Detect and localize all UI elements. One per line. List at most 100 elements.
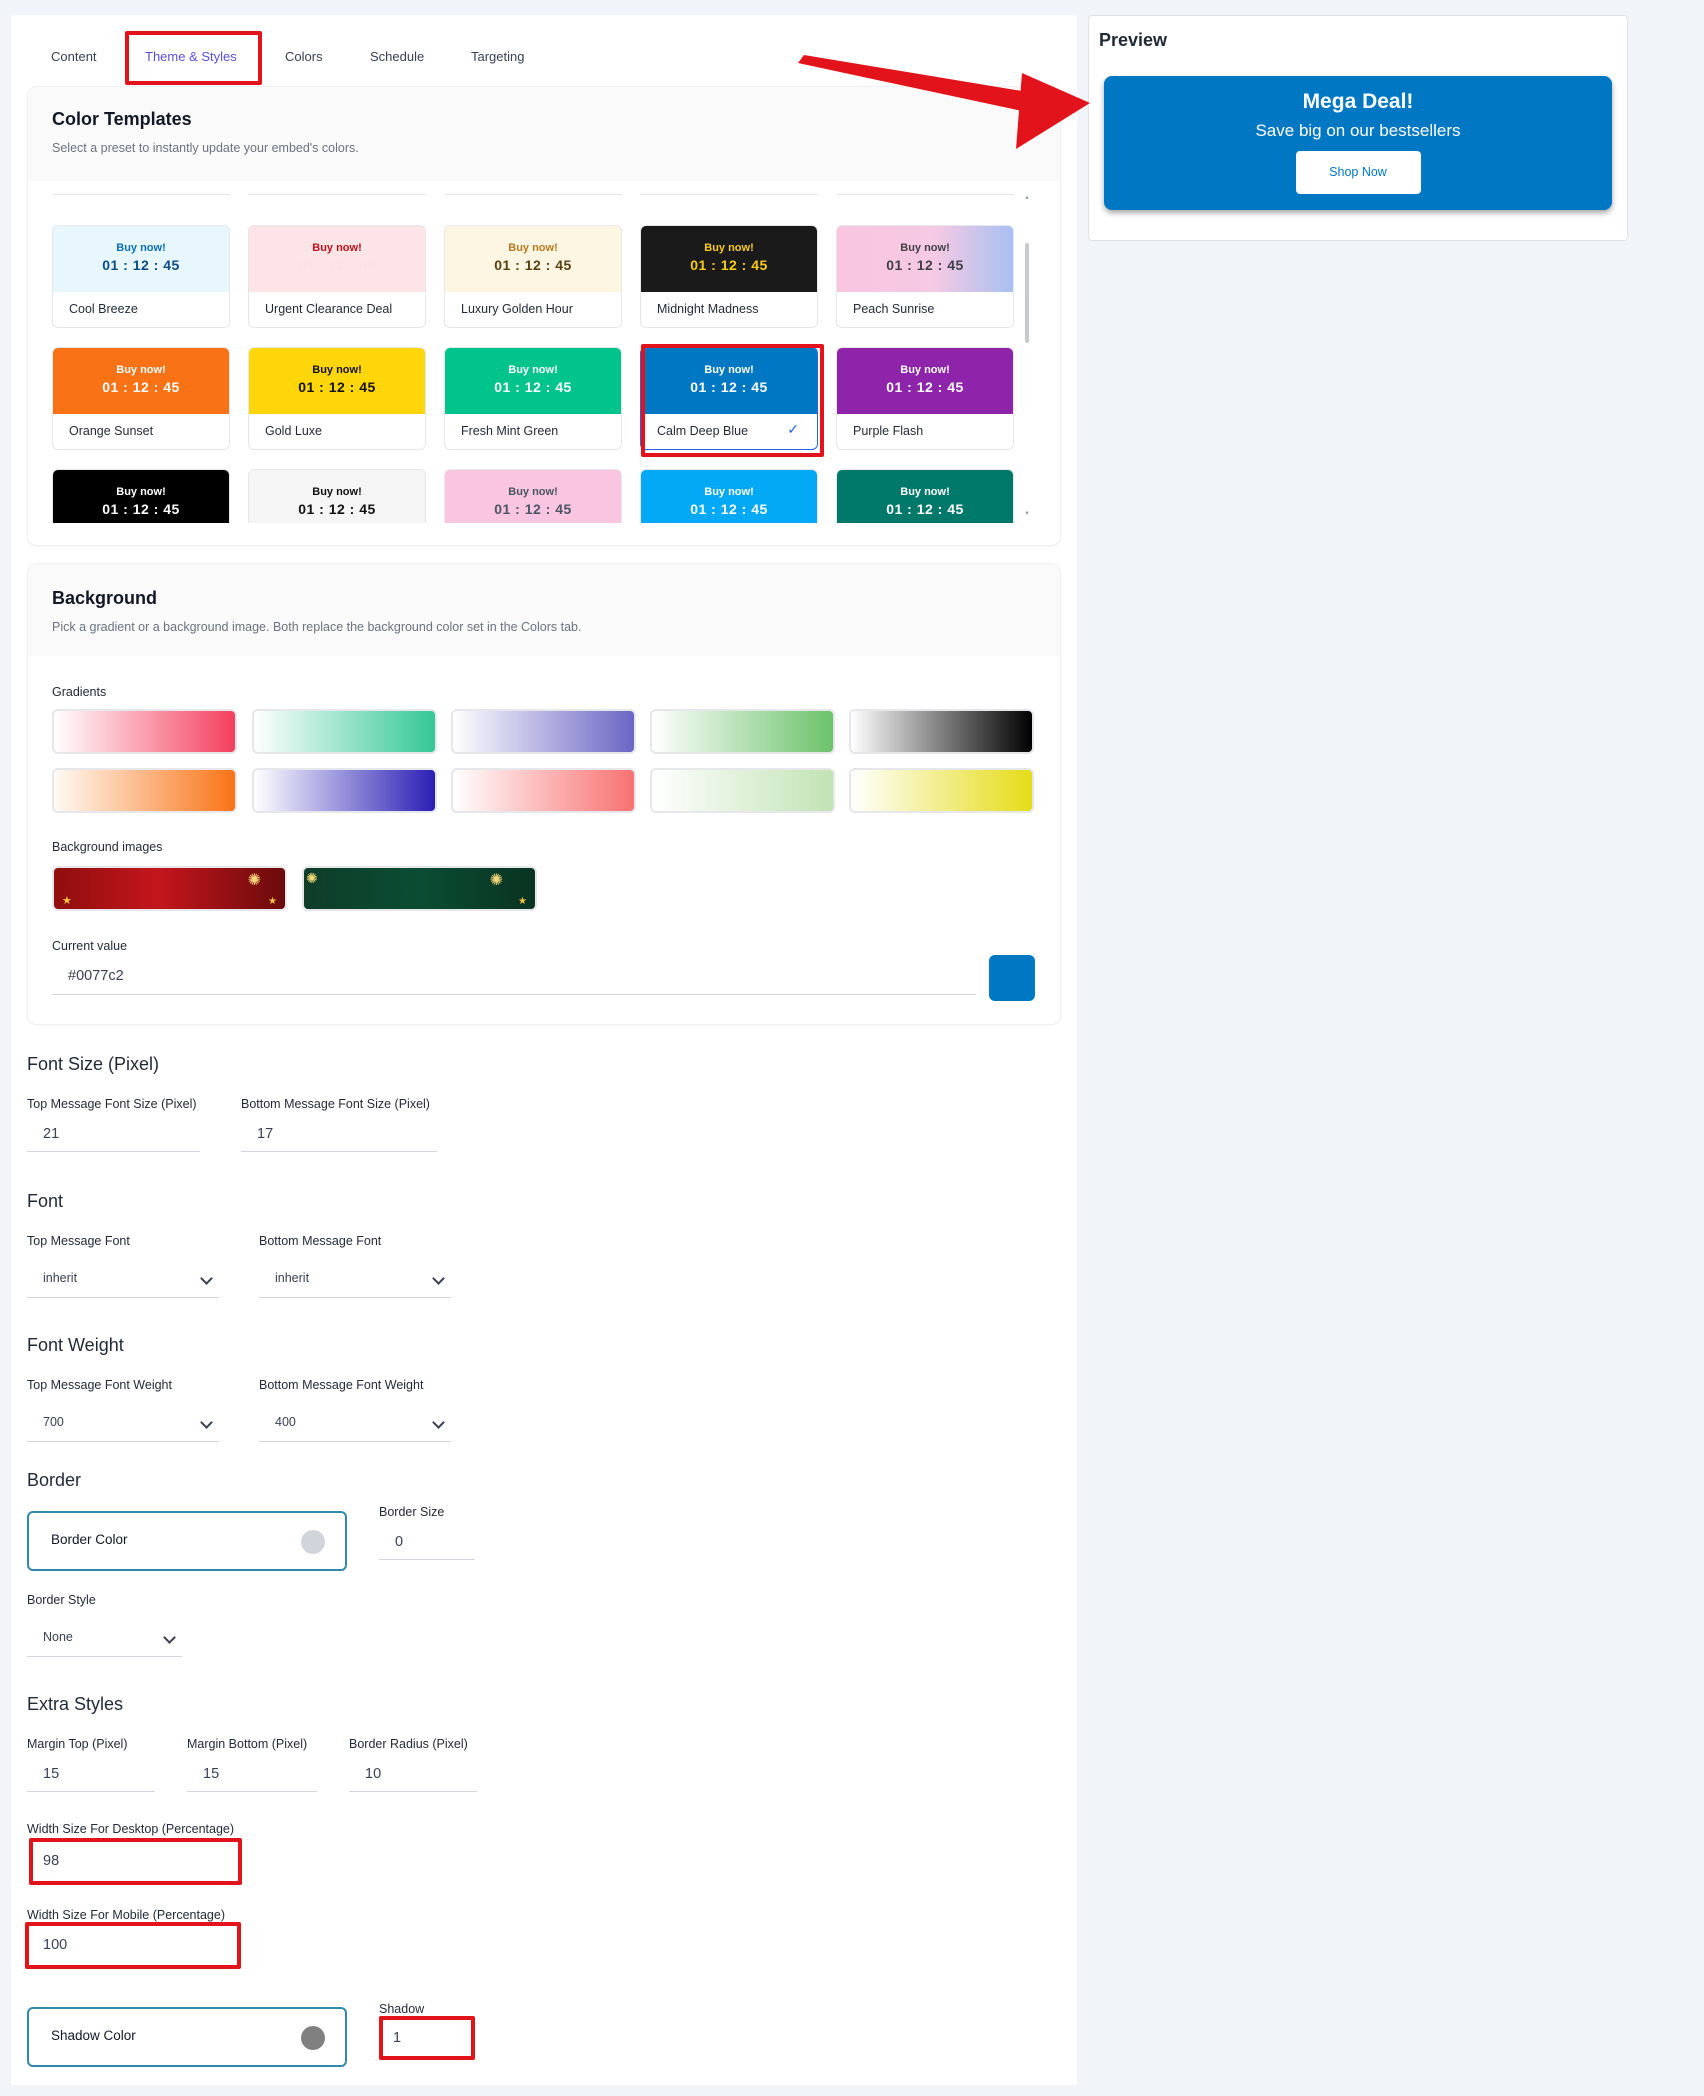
gradient-swatch[interactable]	[52, 768, 237, 813]
template-swatch: Buy now! 01 : 12 : 45	[837, 348, 1013, 414]
template-countdown: 01 : 12 : 45	[690, 257, 768, 273]
border-style-label: Border Style	[27, 1593, 96, 1607]
template-tile[interactable]: Buy now! 01 : 12 : 45 Calm Deep Blue ✓	[640, 347, 818, 450]
gradient-swatch[interactable]	[252, 709, 437, 754]
mobile-width-label: Width Size For Mobile (Percentage)	[27, 1908, 225, 1922]
template-tile[interactable]: Buy now! 01 : 12 : 45 Gold Luxe	[248, 347, 426, 450]
scroll-down-icon[interactable]: ▼	[1024, 511, 1030, 517]
margin-bottom-input[interactable]: 15	[187, 1756, 317, 1792]
template-name: Cool Breeze	[69, 302, 138, 316]
bottom-font-size-label: Bottom Message Font Size (Pixel)	[241, 1097, 430, 1111]
template-buy-label: Buy now!	[116, 242, 166, 254]
bottom-weight-label: Bottom Message Font Weight	[259, 1378, 424, 1392]
desktop-width-label: Width Size For Desktop (Percentage)	[27, 1822, 235, 1836]
template-tile[interactable]: Buy now! 01 : 12 : 45 Luxury Golden Hour	[444, 225, 622, 328]
tab-theme-styles[interactable]: Theme & Styles	[145, 36, 237, 78]
template-countdown: 01 : 12 : 45	[494, 257, 572, 273]
template-countdown: 01 : 12 : 45	[102, 501, 180, 517]
template-buy-label: Buy now!	[312, 364, 362, 376]
margin-top-input[interactable]: 15	[27, 1756, 155, 1792]
template-tile[interactable]: Buy now! 01 : 12 : 45 Purple Flash	[836, 347, 1014, 450]
template-countdown: 01 : 12 : 45	[886, 501, 964, 517]
tab-colors[interactable]: Colors	[285, 36, 323, 78]
preview-title: Preview	[1099, 30, 1168, 50]
preview-banner: Mega Deal! Save big on our bestsellers S…	[1104, 76, 1612, 210]
shop-now-button[interactable]: Shop Now	[1295, 151, 1421, 194]
star-icon: ★	[268, 896, 277, 907]
chevron-down-icon	[200, 1272, 213, 1285]
current-value-input[interactable]: #0077c2	[52, 957, 976, 995]
preview-panel: Preview Mega Deal! Save big on our bests…	[1088, 15, 1628, 241]
template-countdown: 01 : 12 : 45	[494, 379, 572, 395]
template-countdown: 01 : 12 : 45	[886, 379, 964, 395]
border-style-select[interactable]: None	[27, 1617, 182, 1657]
border-radius-input[interactable]: 10	[349, 1756, 477, 1792]
annotation-arrow-head	[1016, 73, 1090, 149]
top-font-size-input[interactable]: 21	[27, 1116, 200, 1152]
template-swatch: Buy now! 01 : 12 : 45	[837, 470, 1013, 523]
border-size-label: Border Size	[379, 1505, 445, 1519]
template-countdown: 01 : 12 : 45	[494, 501, 572, 517]
template-tile[interactable]: Buy now! 01 : 12 : 45 Peach Sunrise	[836, 225, 1014, 328]
gradient-swatch[interactable]	[849, 709, 1034, 754]
annotation-arrow-shape	[798, 55, 1034, 111]
bottom-font-select[interactable]: inherit	[259, 1258, 451, 1298]
border-color-label: Border Color	[51, 1532, 128, 1547]
gradient-swatch[interactable]	[52, 709, 237, 754]
background-card: Background Pick a gradient or a backgrou…	[27, 563, 1061, 1025]
template-tile[interactable]: Buy now! 01 : 12 : 45	[52, 469, 230, 523]
gradient-swatch[interactable]	[849, 768, 1034, 813]
template-buy-label: Buy now!	[508, 486, 558, 498]
template-swatch: Buy now! 01 : 12 : 45	[837, 226, 1013, 292]
template-name: Gold Luxe	[265, 424, 322, 438]
scroll-up-icon[interactable]: ▲	[1024, 195, 1030, 201]
bottom-weight-select[interactable]: 400	[259, 1402, 451, 1442]
template-name: Calm Deep Blue	[657, 424, 749, 438]
scrollbar-thumb[interactable]	[1025, 243, 1029, 343]
template-name: Luxury Golden Hour	[461, 302, 573, 316]
shadow-input[interactable]: 1	[381, 2020, 471, 2056]
background-image-green[interactable]: ✺ ✺ ★	[302, 866, 537, 911]
template-tile[interactable]: Buy now! 01 : 12 : 45	[836, 469, 1014, 523]
template-tile[interactable]: Buy now! 01 : 12 : 45	[640, 469, 818, 523]
tab-schedule[interactable]: Schedule	[370, 36, 424, 78]
template-buy-label: Buy now!	[704, 242, 754, 254]
border-style-value: None	[43, 1630, 73, 1644]
top-font-value: inherit	[43, 1271, 78, 1285]
current-color-swatch[interactable]	[989, 955, 1035, 1001]
template-buy-label: Buy now!	[116, 364, 166, 376]
template-buy-label: Buy now!	[312, 486, 362, 498]
shadow-color-button[interactable]: Shadow Color	[27, 2007, 347, 2067]
top-weight-select[interactable]: 700	[27, 1402, 219, 1442]
template-swatch: Buy now! 01 : 12 : 45	[445, 348, 621, 414]
gradient-swatch[interactable]	[451, 709, 636, 754]
border-color-button[interactable]: Border Color	[27, 1511, 347, 1571]
check-icon: ✓	[787, 421, 799, 437]
template-tile[interactable]: Buy now! 01 : 12 : 45 Midnight Madness	[640, 225, 818, 328]
top-font-select[interactable]: inherit	[27, 1258, 219, 1298]
tab-targeting[interactable]: Targeting	[471, 36, 524, 78]
background-image-red[interactable]: ✺ ★ ★	[52, 866, 287, 911]
desktop-width-input[interactable]: 98	[27, 1841, 235, 1881]
border-size-input[interactable]: 0	[379, 1524, 475, 1560]
mobile-width-input[interactable]: 100	[27, 1925, 235, 1965]
template-tile[interactable]: Buy now! 01 : 12 : 45 Fresh Mint Green	[444, 347, 622, 450]
template-tile[interactable]: Buy now! 01 : 12 : 45 Urgent Clearance Dea…	[248, 225, 426, 328]
bottom-font-size-input[interactable]: 17	[241, 1116, 437, 1152]
tab-content[interactable]: Content	[51, 36, 97, 78]
gradient-swatch[interactable]	[650, 768, 835, 813]
template-tile[interactable]: Buy now! 01 : 12 : 45	[248, 469, 426, 523]
sparkle-icon: ✺	[306, 870, 318, 886]
template-tile[interactable]: Buy now! 01 : 12 : 45 Cool Breeze	[52, 225, 230, 328]
template-tile[interactable]: Buy now! 01 : 12 : 45	[444, 469, 622, 523]
template-swatch: Buy now! 01 : 12 : 45	[53, 470, 229, 523]
templates-scrollbar[interactable]: ▲ ▼	[1024, 195, 1030, 518]
template-buy-label: Buy now!	[116, 486, 166, 498]
gradient-swatch[interactable]	[451, 768, 636, 813]
template-countdown: 01 : 12 : 45	[886, 257, 964, 273]
bottom-font-label: Bottom Message Font	[259, 1234, 382, 1248]
template-name: Fresh Mint Green	[461, 424, 559, 438]
template-tile[interactable]: Buy now! 01 : 12 : 45 Orange Sunset	[52, 347, 230, 450]
gradient-swatch[interactable]	[650, 709, 835, 754]
gradient-swatch[interactable]	[252, 768, 437, 813]
